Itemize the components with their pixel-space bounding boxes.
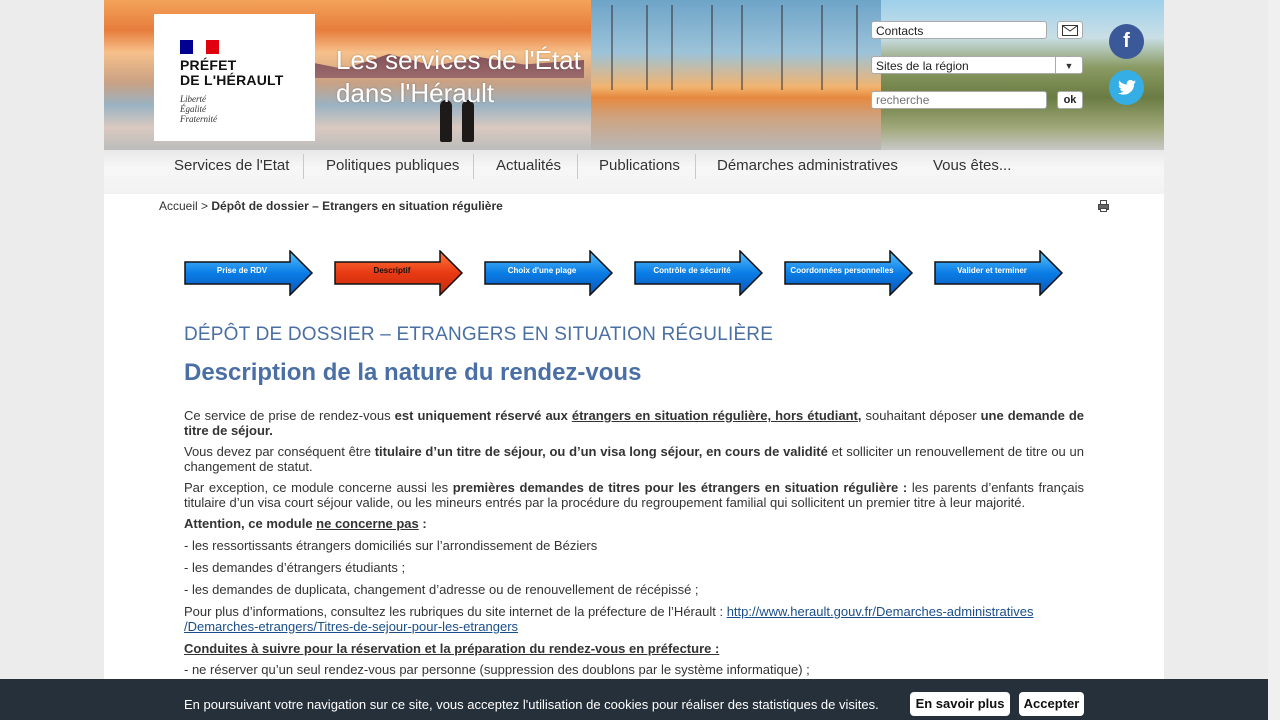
step-valider: Valider et terminer bbox=[934, 250, 1064, 296]
scrollbar[interactable] bbox=[1268, 0, 1280, 720]
flag-blue bbox=[180, 40, 193, 54]
flag-red bbox=[206, 40, 219, 54]
contacts-mail-button[interactable] bbox=[1057, 21, 1083, 39]
contacts-link[interactable]: Contacts bbox=[871, 21, 1047, 39]
logo-motto: Liberté Égalité Fraternité bbox=[180, 94, 217, 124]
nav-item-demarches[interactable]: Démarches administratives bbox=[717, 150, 898, 194]
list-item: - les demandes de duplicata, changement … bbox=[184, 582, 699, 597]
list-item: - ne réserver qu’un seul rendez-vous par… bbox=[184, 662, 810, 677]
main-content: Dépôt de dossier – Etrangers en situatio… bbox=[184, 322, 1084, 683]
sites-region-value: Sites de la région bbox=[876, 59, 969, 73]
sites-region-select[interactable]: Sites de la région ▼ bbox=[871, 56, 1083, 74]
marianne-flag-icon bbox=[180, 40, 219, 54]
main-nav: Services de l'Etat Politiques publiques … bbox=[104, 150, 1164, 194]
nav-item-vous-etes[interactable]: Vous êtes... bbox=[933, 150, 1011, 194]
facebook-icon[interactable]: f bbox=[1109, 24, 1144, 59]
step-label: Descriptif bbox=[373, 266, 411, 275]
cookie-more-button[interactable]: En savoir plus bbox=[910, 692, 1010, 716]
paragraph-exception: Par exception, ce module concerne aussi … bbox=[184, 480, 1084, 510]
list-item: - les ressortissants étrangers domicilié… bbox=[184, 538, 598, 553]
cookie-text: En poursuivant votre navigation sur ce s… bbox=[184, 697, 879, 712]
breadcrumb-current: Dépôt de dossier – Etrangers en situatio… bbox=[211, 199, 503, 213]
step-label: Choix d'une plage bbox=[507, 266, 577, 275]
step-label: Coordonnées personnelles bbox=[790, 266, 894, 275]
conduct-title: Conduites à suivre pour la réservation e… bbox=[184, 641, 720, 656]
breadcrumb-separator: > bbox=[201, 199, 209, 213]
print-icon[interactable] bbox=[1098, 200, 1109, 212]
breadcrumb: Accueil > Dépôt de dossier – Etrangers e… bbox=[159, 199, 503, 213]
step-label: Valider et terminer bbox=[957, 266, 1027, 275]
header-banner: PRÉFET DE L'HÉRAULT Liberté Égalité Frat… bbox=[104, 0, 1164, 150]
nav-item-politiques[interactable]: Politiques publiques bbox=[326, 150, 459, 194]
chevron-down-icon: ▼ bbox=[1055, 57, 1082, 73]
cookie-accept-button[interactable]: Accepter bbox=[1019, 692, 1084, 716]
prefet-logo[interactable]: PRÉFET DE L'HÉRAULT Liberté Égalité Frat… bbox=[154, 14, 315, 141]
step-choix-plage: Choix d'une plage bbox=[484, 250, 614, 296]
paragraph-attention: Attention, ce module ne concerne pas : bbox=[184, 516, 427, 531]
paragraph-titulaire: Vous devez par conséquent être titulaire… bbox=[184, 444, 1084, 474]
list-item: - les demandes d’étrangers étudiants ; bbox=[184, 560, 406, 575]
page: PRÉFET DE L'HÉRAULT Liberté Égalité Frat… bbox=[104, 0, 1164, 720]
site-title: Les services de l'État dans l'Hérault bbox=[336, 45, 581, 108]
step-descriptif: Descriptif bbox=[334, 250, 464, 296]
mail-icon bbox=[1062, 25, 1078, 36]
page-title: Dépôt de dossier – Etrangers en situatio… bbox=[184, 324, 774, 345]
step-controle-securite: Contrôle de sécurité bbox=[634, 250, 764, 296]
step-prise-rdv: Prise de RDV bbox=[184, 250, 314, 296]
step-label: Prise de RDV bbox=[216, 266, 268, 275]
step-label: Contrôle de sécurité bbox=[653, 266, 731, 275]
breadcrumb-home[interactable]: Accueil bbox=[159, 199, 198, 213]
nav-item-services[interactable]: Services de l'Etat bbox=[174, 150, 289, 194]
nav-item-actualites[interactable]: Actualités bbox=[496, 150, 561, 194]
banner-image-harbour bbox=[591, 0, 881, 150]
paragraph-service: Ce service de prise de rendez-vous est u… bbox=[184, 408, 1084, 438]
search-input[interactable] bbox=[871, 91, 1047, 109]
page-subtitle: Description de la nature du rendez-vous bbox=[184, 359, 642, 386]
nav-item-publications[interactable]: Publications bbox=[599, 150, 680, 194]
cookie-banner: En poursuivant votre navigation sur ce s… bbox=[0, 679, 1268, 720]
flag-white bbox=[193, 40, 206, 54]
logo-title: PRÉFET DE L'HÉRAULT bbox=[180, 57, 284, 88]
twitter-icon[interactable] bbox=[1109, 70, 1144, 105]
step-coordonnees: Coordonnées personnelles bbox=[784, 250, 914, 296]
search-button[interactable]: ok bbox=[1057, 91, 1083, 109]
paragraph-more-info: Pour plus d’informations, consultez les … bbox=[184, 604, 1034, 634]
